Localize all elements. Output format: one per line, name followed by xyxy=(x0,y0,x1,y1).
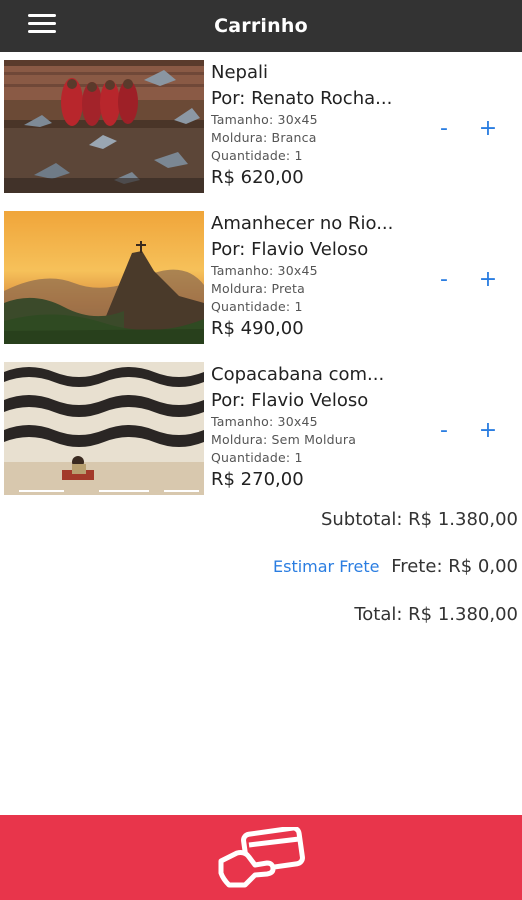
increase-quantity-button[interactable]: + xyxy=(475,418,501,444)
item-name: Nepali xyxy=(211,62,268,83)
hamburger-menu-icon[interactable] xyxy=(28,14,56,36)
checkout-button[interactable] xyxy=(0,815,522,900)
page-title: Carrinho xyxy=(214,15,308,37)
item-size: Tamanho: 30x45 xyxy=(211,414,318,429)
item-info: Nepali Por: Renato Rocha... Tamanho: 30x… xyxy=(211,61,431,190)
product-image-copacabana xyxy=(4,362,204,495)
item-quantity: Quantidade: 1 xyxy=(211,148,303,163)
item-size: Tamanho: 30x45 xyxy=(211,112,318,127)
item-name: Amanhecer no Rio... xyxy=(211,213,394,234)
item-info: Copacabana com... Por: Flavio Veloso Tam… xyxy=(211,363,431,492)
decrease-quantity-button[interactable]: - xyxy=(431,418,457,444)
item-price: R$ 620,00 xyxy=(211,167,304,188)
increase-quantity-button[interactable]: + xyxy=(475,116,501,142)
item-frame: Moldura: Sem Moldura xyxy=(211,432,357,447)
card-payment-icon xyxy=(218,826,305,887)
item-price: R$ 270,00 xyxy=(211,469,304,490)
item-author: Por: Flavio Veloso xyxy=(211,239,369,260)
item-quantity: Quantidade: 1 xyxy=(211,299,303,314)
item-name: Copacabana com... xyxy=(211,364,385,385)
shipping-row: Estimar Frete Frete: R$ 0,00 xyxy=(273,556,518,577)
estimate-shipping-link[interactable]: Estimar Frete xyxy=(273,557,379,576)
item-info: Amanhecer no Rio... Por: Flavio Veloso T… xyxy=(211,212,431,341)
product-image-amanhecer-no-rio xyxy=(4,211,204,344)
cart-item: Nepali Por: Renato Rocha... Tamanho: 30x… xyxy=(0,58,522,198)
item-size: Tamanho: 30x45 xyxy=(211,263,318,278)
total: Total: R$ 1.380,00 xyxy=(354,604,518,625)
shipping-value: Frete: R$ 0,00 xyxy=(391,556,518,577)
item-frame: Moldura: Preta xyxy=(211,281,305,296)
increase-quantity-button[interactable]: + xyxy=(475,267,501,293)
decrease-quantity-button[interactable]: - xyxy=(431,267,457,293)
cart-item: Copacabana com... Por: Flavio Veloso Tam… xyxy=(0,360,522,500)
app-header: Carrinho xyxy=(0,0,522,52)
item-price: R$ 490,00 xyxy=(211,318,304,339)
item-author: Por: Renato Rocha... xyxy=(211,88,393,109)
decrease-quantity-button[interactable]: - xyxy=(431,116,457,142)
item-author: Por: Flavio Veloso xyxy=(211,390,369,411)
cart-item: Amanhecer no Rio... Por: Flavio Veloso T… xyxy=(0,209,522,349)
product-image-nepali xyxy=(4,60,204,193)
item-quantity: Quantidade: 1 xyxy=(211,450,303,465)
subtotal: Subtotal: R$ 1.380,00 xyxy=(320,509,518,530)
item-frame: Moldura: Branca xyxy=(211,130,317,145)
